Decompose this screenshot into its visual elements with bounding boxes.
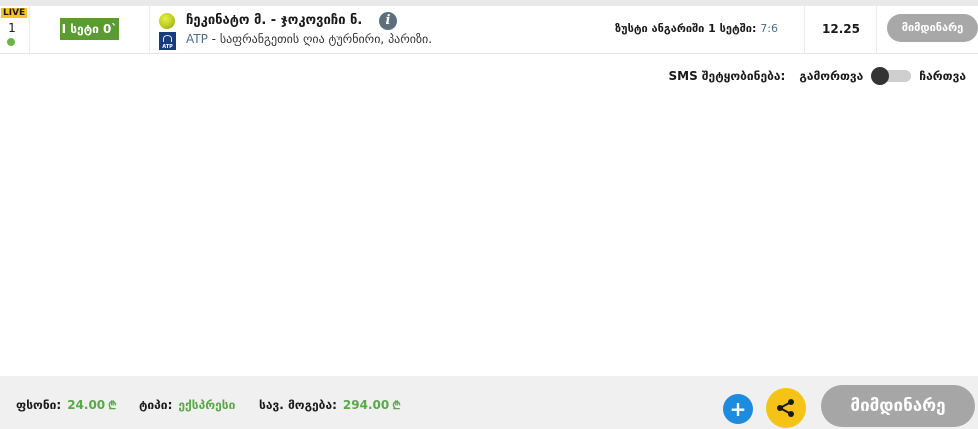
market-label: ზუსტი ანგარიში 1 სეტში: (615, 22, 757, 35)
tournament-name: - საფრანგეთის ღია ტურნირი, პარიზი. (211, 32, 433, 46)
live-cell: LIVE 1 (0, 6, 30, 54)
possible-win-item: სავ. მოგება: 294.00 ₾ (259, 398, 401, 413)
share-button[interactable] (766, 388, 806, 428)
set-time-badge: I სეტი 0` (60, 18, 119, 40)
live-badge: LIVE (1, 8, 28, 18)
sms-toggle-knob (871, 67, 890, 85)
status-cell: მიმდინარე (877, 6, 978, 54)
sms-notification-row: SMS შეტყობინება: გამორთვა ჩართვა (669, 66, 966, 86)
market-cell: ზუსტი ანგარიში 1 სეტში: 7:6 (605, 6, 805, 54)
sms-label: SMS შეტყობინება: (668, 69, 786, 83)
bet-summary-footer: ფსონი: 24.00 ₾ ტიპი: ექსპრესი სავ. მოგება: 2… (0, 376, 978, 429)
add-button[interactable]: + (723, 394, 753, 424)
bet-status-button[interactable]: მიმდინარე (821, 385, 975, 427)
event-number: 1 (8, 21, 16, 35)
sms-off-label[interactable]: გამორთვა (799, 69, 863, 83)
set-cell: I სეტი 0` (30, 6, 150, 54)
live-indicator-dot (7, 38, 15, 46)
sms-toggle[interactable] (871, 67, 912, 85)
stake-label: ფსონი: (16, 398, 62, 412)
stake-value: 24.00 (67, 398, 106, 412)
market-score: 7:6 (760, 22, 778, 35)
currency-icon: ₾ (392, 399, 401, 412)
match-cell: ჩეკინატო მ. - ჯოკოვიჩი ნ. i ATP ATP - სა… (150, 6, 605, 54)
event-status-button[interactable]: მიმდინარე (887, 14, 978, 42)
bet-type-label: ტიპი: (139, 398, 173, 412)
share-icon (777, 399, 794, 417)
bet-type-item: ტიპი: ექსპრესი (139, 398, 235, 412)
bet-type-value: ექსპრესი (178, 398, 236, 412)
match-title[interactable]: ჩეკინატო მ. - ჯოკოვიჩი ნ. (186, 13, 362, 28)
odds-value: 12.25 (822, 22, 860, 36)
info-icon[interactable]: i (379, 12, 397, 30)
atp-logo-icon: ATP (159, 32, 176, 50)
market-text: ზუსტი ანგარიში 1 სეტში: 7:6 (615, 22, 778, 35)
tournament-org: ATP (186, 32, 208, 46)
stake-item: ფსონი: 24.00 ₾ (16, 398, 117, 413)
odds-cell: 12.25 (805, 6, 877, 54)
sms-on-label[interactable]: ჩართვა (919, 69, 966, 83)
currency-icon: ₾ (108, 399, 117, 412)
tournament-line: ATP - საფრანგეთის ღია ტურნირი, პარიზი. (186, 32, 432, 46)
tennis-ball-icon (159, 13, 175, 29)
possible-win-label: სავ. მოგება: (259, 398, 337, 412)
bet-event-row: LIVE 1 I სეტი 0` ჩეკინატო მ. - ჯოკოვიჩი … (0, 6, 978, 54)
possible-win-value: 294.00 (342, 398, 390, 412)
